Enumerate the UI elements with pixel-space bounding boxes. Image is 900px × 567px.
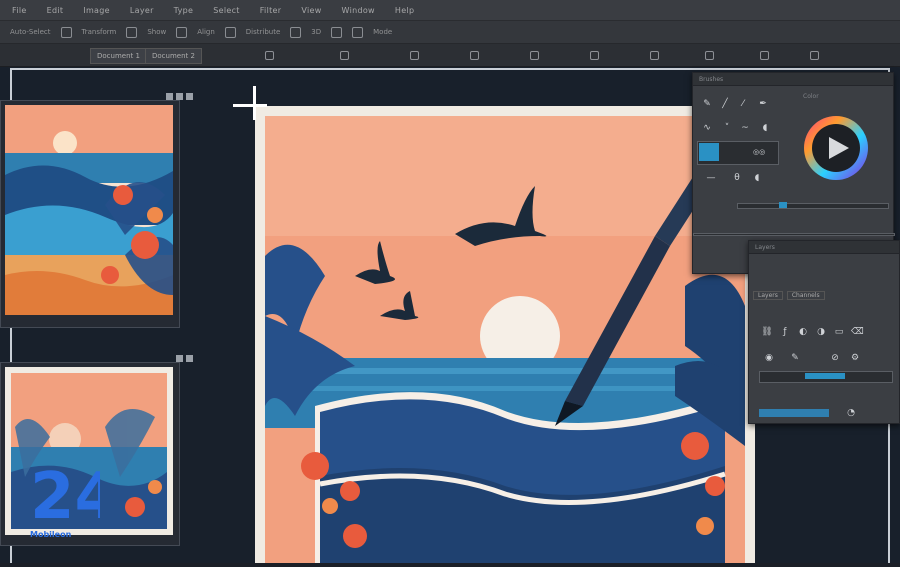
option-3d[interactable]: 3D [311, 28, 321, 36]
fill-slider[interactable] [759, 409, 829, 417]
tab-document-2[interactable]: Document 2 [145, 48, 202, 64]
pen-icon[interactable] [352, 26, 364, 38]
thumbnail-controls [173, 355, 193, 362]
panel-divider [693, 233, 895, 236]
tool-icon[interactable] [650, 51, 659, 60]
option-mode[interactable]: Mode [373, 28, 392, 36]
option-auto-select[interactable]: Auto-Select [10, 28, 51, 36]
tool-icon[interactable] [265, 51, 274, 60]
menu-layer[interactable]: Layer [130, 6, 154, 15]
option-align[interactable]: Align [197, 28, 215, 36]
close-icon[interactable] [186, 355, 193, 362]
tool-icon[interactable] [530, 51, 539, 60]
layer-row-highlight[interactable] [805, 373, 845, 379]
group-icon[interactable]: ▭ [833, 327, 845, 337]
opacity-slider-thumb[interactable] [779, 202, 787, 208]
thumbnail-controls [163, 93, 193, 100]
stroke-icon[interactable]: ˅ [721, 123, 733, 133]
menu-view[interactable]: View [301, 6, 321, 15]
mode-icon[interactable] [331, 26, 343, 38]
stroke-icon[interactable]: ~ [739, 123, 751, 133]
canvas-artwork [265, 96, 760, 567]
panel-header: Brushes [693, 73, 893, 86]
menu-image[interactable]: Image [83, 6, 110, 15]
tool-icon[interactable] [470, 51, 479, 60]
tool-icon[interactable] [340, 51, 349, 60]
checkbox-icon[interactable] [126, 26, 138, 38]
tool-icon[interactable] [590, 51, 599, 60]
pencil-icon[interactable]: ✎ [701, 99, 713, 109]
menu-filter[interactable]: Filter [260, 6, 282, 15]
brush-size-icon[interactable]: ◎◎ [753, 147, 765, 157]
fill-icon[interactable]: ◔ [845, 408, 857, 418]
align-icon[interactable] [176, 26, 188, 38]
tool-icon[interactable] [705, 51, 714, 60]
tab-channels[interactable]: Channels [786, 291, 825, 300]
trash-icon[interactable]: ⌫ [851, 327, 864, 337]
tool-icon[interactable] [810, 51, 819, 60]
menu-edit[interactable]: Edit [47, 6, 64, 15]
stroke-icon[interactable]: ∿ [701, 123, 713, 133]
panel-header: Layers [749, 241, 899, 254]
distribute-icon[interactable] [224, 26, 236, 38]
pen-icon[interactable]: ✒ [757, 99, 769, 109]
minus-icon[interactable]: — [705, 173, 717, 183]
option-transform[interactable]: Transform [82, 28, 117, 36]
crosshair-cursor [233, 104, 267, 107]
logo-number: 24 [30, 460, 100, 534]
logo-text: Mobileon [30, 530, 72, 539]
thumbnail-1[interactable] [0, 93, 193, 328]
adjustment-icon[interactable]: ◑ [815, 327, 827, 337]
option-distribute[interactable]: Distribute [246, 28, 280, 36]
minimize-icon[interactable] [176, 355, 183, 362]
thumbnail-1-image [5, 105, 173, 315]
layers-tab-row: Layers Channels [753, 291, 825, 300]
theta-icon[interactable]: θ [731, 173, 743, 183]
3d-icon[interactable] [290, 26, 302, 38]
tool-icon[interactable] [760, 51, 769, 60]
brush-icon[interactable]: ⁄ [737, 99, 749, 109]
lock-icon[interactable]: ◖ [751, 173, 763, 183]
menu-select[interactable]: Select [213, 6, 239, 15]
mask-icon[interactable]: ◐ [797, 327, 809, 337]
link-icon[interactable]: ⛓ [761, 327, 773, 337]
minimize-icon[interactable] [166, 93, 173, 100]
settings-icon[interactable]: ⚙ [849, 353, 861, 363]
document-tab-bar: Document 1 Document 2 [0, 44, 900, 67]
close-icon[interactable] [186, 93, 193, 100]
checkbox-icon[interactable] [60, 26, 72, 38]
frame-line-top [10, 68, 890, 70]
color-wheel[interactable] [801, 113, 871, 183]
tool-icon[interactable] [410, 51, 419, 60]
menu-help[interactable]: Help [395, 6, 414, 15]
brush-icon[interactable]: ╱ [719, 99, 731, 109]
menu-window[interactable]: Window [342, 6, 375, 15]
tab-document-1[interactable]: Document 1 [90, 48, 147, 64]
opacity-slider[interactable] [737, 203, 889, 209]
menu-file[interactable]: File [12, 6, 27, 15]
menu-type[interactable]: Type [174, 6, 194, 15]
layers-panel[interactable]: Layers Layers Channels ⛓ ƒ ◐ ◑ ▭ ⌫ ◉ ✎ ⊘… [748, 240, 900, 424]
main-canvas[interactable] [255, 96, 760, 567]
color-section-title: Color [803, 93, 819, 100]
crosshair-cursor-vertical [253, 86, 256, 120]
brush-color-swatch[interactable] [699, 143, 719, 161]
options-bar: Auto-Select Transform Show Align Distrib… [0, 21, 900, 44]
panel-title: Layers [755, 243, 775, 251]
panel-title: Brushes [699, 75, 724, 83]
stroke-icon[interactable]: ◖ [759, 123, 771, 133]
menu-bar: File Edit Image Layer Type Select Filter… [0, 0, 900, 21]
lock-icon[interactable]: ⊘ [829, 353, 841, 363]
fx-icon[interactable]: ƒ [779, 327, 791, 337]
maximize-icon[interactable] [176, 93, 183, 100]
eye-icon[interactable]: ◉ [763, 353, 775, 363]
tab-layers[interactable]: Layers [753, 291, 783, 300]
brush-icon[interactable]: ✎ [789, 353, 801, 363]
option-show[interactable]: Show [147, 28, 166, 36]
